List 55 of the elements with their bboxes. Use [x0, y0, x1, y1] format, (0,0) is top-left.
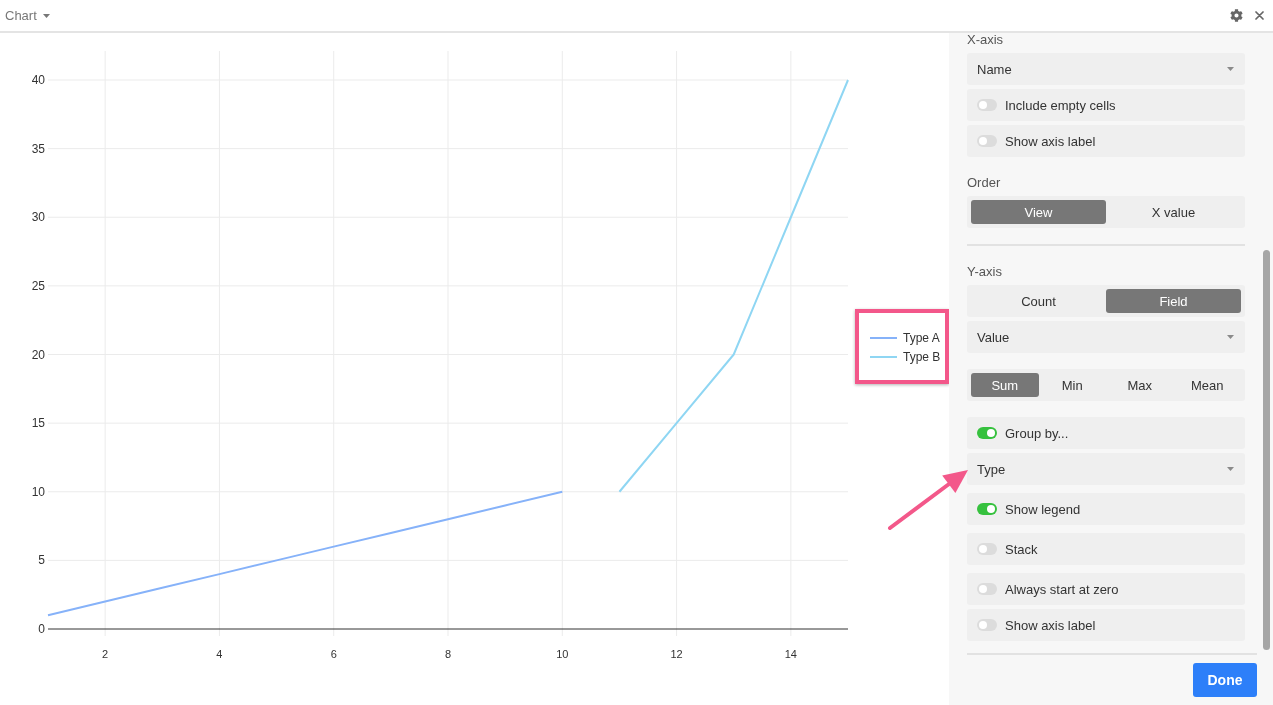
section-label: Order [967, 176, 1002, 190]
axis-tick-label: 40 [31, 73, 45, 87]
segment-button[interactable]: Max [1106, 373, 1174, 397]
axis-tick-label: 5 [38, 553, 45, 568]
axis-tick-label: 14 [784, 648, 797, 660]
toggle-switch[interactable] [977, 543, 997, 555]
legend-label: Type B [903, 350, 941, 364]
section-label: Y-axis [967, 265, 1003, 279]
axis-tick-label: 6 [330, 648, 337, 660]
axis-tick-label: 2 [102, 648, 109, 660]
caret-down-icon [1227, 67, 1234, 71]
toggle-switch[interactable] [977, 583, 997, 595]
scrollbar[interactable] [1263, 250, 1270, 650]
axis-tick-label: 12 [670, 648, 683, 660]
toggle-label: Show axis label [1005, 133, 1096, 149]
toggle-switch[interactable] [977, 427, 997, 439]
segment-button[interactable]: Sum [971, 373, 1039, 397]
dropdown[interactable]: Type [967, 453, 1245, 485]
toggle-label: Stack [1005, 541, 1038, 557]
dropdown[interactable]: Name [967, 53, 1245, 85]
chart-menu-button[interactable]: Chart [5, 8, 50, 23]
toggle-label: Show axis label [1005, 617, 1096, 633]
axis-tick-label: 35 [31, 141, 45, 156]
axis-tick-label: 10 [556, 648, 569, 660]
caret-down-icon [42, 13, 50, 18]
toggle-label: Show legend [1005, 501, 1081, 517]
segment-button[interactable]: Count [971, 289, 1106, 313]
segment-button[interactable]: Field [1106, 289, 1241, 313]
toggle-switch[interactable] [977, 99, 997, 111]
axis-tick-label: 8 [444, 648, 452, 660]
axis-tick-label: 10 [31, 484, 45, 499]
settings-icon[interactable] [1230, 9, 1243, 22]
close-icon[interactable] [1255, 11, 1264, 20]
segment-button[interactable]: Min [1038, 373, 1106, 397]
toggle-label: Group by... [1005, 425, 1069, 441]
segment-button[interactable]: X value [1106, 200, 1241, 224]
toggle-label: Include empty cells [1005, 97, 1116, 113]
axis-tick-label: 30 [31, 210, 45, 225]
axis-tick-label: 0 [38, 622, 45, 636]
axis-tick-label: 20 [31, 347, 45, 362]
toggle-switch[interactable] [977, 503, 997, 515]
done-button[interactable]: Done [1193, 663, 1257, 697]
toggle-switch[interactable] [977, 135, 997, 147]
caret-down-icon [1227, 467, 1234, 471]
axis-tick-label: 25 [31, 278, 45, 293]
legend-label: Type A [903, 331, 940, 345]
axis-tick-label: 15 [31, 416, 45, 431]
caret-down-icon [1227, 335, 1234, 339]
segment-button[interactable]: View [971, 200, 1106, 224]
segment-button[interactable]: Mean [1173, 373, 1241, 397]
axis-tick-label: 4 [216, 648, 223, 660]
toggle-switch[interactable] [977, 619, 997, 631]
dropdown[interactable]: Value [967, 321, 1245, 353]
toggle-label: Always start at zero [1005, 581, 1119, 597]
section-label: X-axis [967, 33, 1005, 47]
